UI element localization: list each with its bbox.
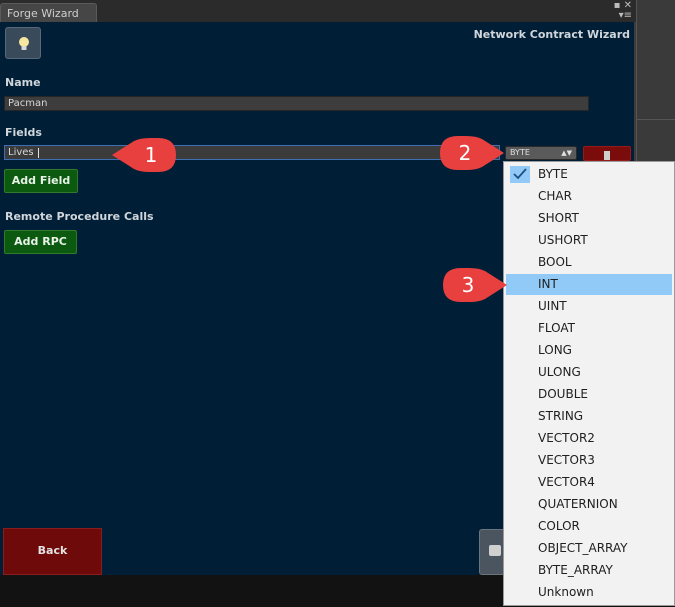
back-button[interactable]: Back (3, 528, 102, 575)
field-type-value: BYTE (510, 148, 530, 157)
menu-item-label: FLOAT (538, 321, 576, 335)
window-tab-label: Forge Wizard (7, 7, 79, 20)
menu-item-label: STRING (538, 409, 584, 423)
menu-item-label: CHAR (538, 189, 572, 203)
menu-item-bool[interactable]: BOOL (506, 252, 672, 273)
name-label: Name (5, 76, 41, 89)
menu-item-label: BYTE_ARRAY (538, 563, 613, 577)
menu-item-ushort[interactable]: USHORT (506, 230, 672, 251)
menu-item-label: DOUBLE (538, 387, 588, 401)
menu-item-label: VECTOR4 (538, 475, 595, 489)
menu-item-color[interactable]: COLOR (506, 516, 672, 537)
window-controls[interactable]: ▪ ✕ ▾≡ (604, 1, 632, 21)
lightbulb-icon (19, 37, 29, 50)
menu-item-vector4[interactable]: VECTOR4 (506, 472, 672, 493)
menu-item-label: BOOL (538, 255, 572, 269)
menu-item-label: INT (538, 277, 558, 291)
menu-item-string[interactable]: STRING (506, 406, 672, 427)
menu-item-label: UINT (538, 299, 567, 313)
menu-item-label: COLOR (538, 519, 580, 533)
menu-item-ulong[interactable]: ULONG (506, 362, 672, 383)
menu-item-label: ULONG (538, 365, 581, 379)
callout-marker-3: 3 (443, 268, 507, 302)
field-name-input[interactable]: Lives (4, 145, 500, 160)
hint-button[interactable] (5, 27, 41, 59)
add-rpc-button[interactable]: Add RPC (4, 230, 77, 254)
fields-label: Fields (5, 126, 42, 139)
wizard-title: Network Contract Wizard (473, 28, 630, 41)
menu-item-object-array[interactable]: OBJECT_ARRAY (506, 538, 672, 559)
menu-item-vector2[interactable]: VECTOR2 (506, 428, 672, 449)
callout-number: 3 (462, 273, 475, 297)
callout-number: 1 (145, 143, 158, 167)
callout-marker-2: 2 (440, 136, 504, 170)
menu-item-uint[interactable]: UINT (506, 296, 672, 317)
checkmark-icon (510, 166, 530, 183)
menu-item-quaternion[interactable]: QUATERNION (506, 494, 672, 515)
menu-item-unknown[interactable]: Unknown (506, 582, 672, 603)
callout-marker-1: 1 (112, 138, 176, 172)
menu-item-label: BYTE (538, 167, 568, 181)
menu-item-label: USHORT (538, 233, 588, 247)
menu-item-label: OBJECT_ARRAY (538, 541, 628, 555)
menu-item-label: VECTOR2 (538, 431, 595, 445)
callout-number: 2 (459, 141, 472, 165)
menu-item-int[interactable]: INT (506, 274, 672, 295)
dropdown-arrows-icon: ▲▼ (561, 149, 572, 157)
menu-item-label: LONG (538, 343, 572, 357)
menu-item-label: VECTOR3 (538, 453, 595, 467)
menu-item-float[interactable]: FLOAT (506, 318, 672, 339)
trash-icon (604, 151, 610, 160)
save-button[interactable] (479, 529, 505, 575)
menu-item-vector3[interactable]: VECTOR3 (506, 450, 672, 471)
menu-item-long[interactable]: LONG (506, 340, 672, 361)
window-tab-forge-wizard[interactable]: Forge Wizard (0, 3, 97, 22)
menu-item-char[interactable]: CHAR (506, 186, 672, 207)
name-input[interactable]: Pacman (4, 96, 589, 111)
delete-field-button[interactable] (583, 146, 631, 161)
menu-item-label: Unknown (538, 585, 594, 599)
field-type-dropdown[interactable]: BYTE ▲▼ (505, 146, 577, 160)
menu-item-label: SHORT (538, 211, 579, 225)
add-field-button[interactable]: Add Field (4, 169, 78, 193)
menu-item-byte[interactable]: BYTE (506, 164, 672, 185)
save-icon (489, 545, 501, 556)
menu-item-label: QUATERNION (538, 497, 618, 511)
menu-item-byte-array[interactable]: BYTE_ARRAY (506, 560, 672, 581)
type-dropdown-menu: BYTE CHAR SHORT USHORT BOOL INT UINT FLOAT LONG U… (503, 161, 675, 606)
menu-item-short[interactable]: SHORT (506, 208, 672, 229)
rpc-label: Remote Procedure Calls (5, 210, 154, 223)
menu-item-double[interactable]: DOUBLE (506, 384, 672, 405)
